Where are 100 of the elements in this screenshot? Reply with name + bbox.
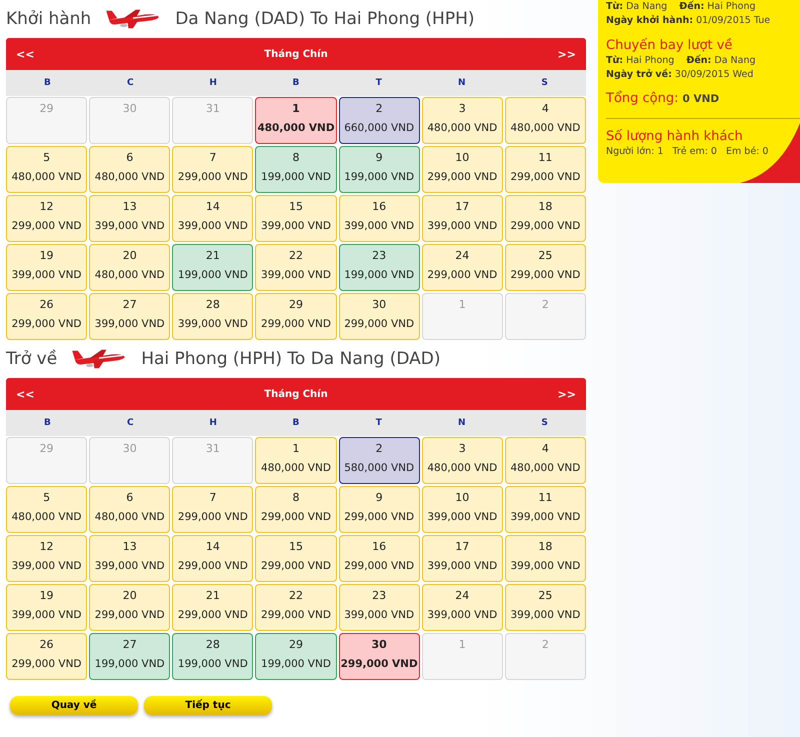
summary-line: Từ: Da Nang Đến: Hai Phong [606,0,757,14]
day-cell[interactable]: 13 399,000 VND [89,535,170,582]
airplane-icon [71,347,128,371]
day-cell[interactable]: 17 399,000 VND [422,195,503,242]
day-cell[interactable]: 26 299,000 VND [6,633,88,680]
day-number: 29 [288,298,303,311]
day-cell[interactable]: 16 299,000 VND [338,535,420,582]
day-cell[interactable]: 4 480,000 VND [504,97,586,144]
previous-month-link[interactable]: << [16,388,34,400]
day-number: 30 [371,638,387,651]
fare-price: 399,000 VND [12,560,82,572]
fare-price: 299,000 VND [344,318,414,330]
day-cell[interactable]: 15 399,000 VND [255,195,337,242]
day-number: 28 [206,298,220,311]
day-number: 10 [455,151,470,164]
day-cell[interactable]: 2 660,000 VND [338,97,420,144]
day-cell[interactable]: 25 399,000 VND [504,584,586,631]
day-cell[interactable]: 23 399,000 VND [338,584,420,631]
day-cell[interactable]: 6 480,000 VND [89,486,170,533]
day-cell[interactable]: 14 299,000 VND [172,535,254,582]
fare-price: 299,000 VND [12,318,82,330]
day-number: 13 [122,540,137,553]
day-cell[interactable]: 28 199,000 VND [172,633,254,680]
back-button[interactable]: Quay về [10,696,138,715]
passenger-counts: Người lớn: 1 Trẻ em: 0 Em bé: 0 [606,145,770,159]
day-cell[interactable]: 10 399,000 VND [422,486,503,533]
day-cell[interactable]: 18 399,000 VND [504,535,586,582]
day-cell[interactable]: 3 480,000 VND [422,437,503,484]
day-number: 10 [455,491,470,504]
day-cell[interactable]: 22 399,000 VND [255,244,337,291]
weekday-label: S [540,418,549,428]
day-cell[interactable]: 1 480,000 VND [255,97,337,144]
day-cell[interactable]: 5 480,000 VND [6,486,88,533]
day-number: 5 [43,491,50,504]
day-number: 4 [542,442,549,455]
day-cell[interactable]: 9 199,000 VND [338,146,420,193]
day-cell[interactable]: 11 299,000 VND [504,146,586,193]
day-cell[interactable]: 21 299,000 VND [172,584,254,631]
day-number: 26 [40,638,54,651]
fare-price: 399,000 VND [510,560,580,572]
day-cell[interactable]: 7 299,000 VND [172,486,254,533]
weekday-label: B [42,78,52,88]
next-month-link[interactable]: >> [558,388,576,400]
day-cell[interactable]: 30 299,000 VND [338,293,420,340]
day-number: 22 [288,589,303,602]
fare-price: 399,000 VND [178,220,248,232]
day-number: 25 [538,589,552,602]
day-cell[interactable]: 24 299,000 VND [422,244,503,291]
day-cell[interactable]: 26 299,000 VND [6,293,88,340]
day-cell[interactable]: 22 299,000 VND [255,584,337,631]
day-cell[interactable]: 28 399,000 VND [172,293,254,340]
day-cell[interactable]: 23 199,000 VND [338,244,420,291]
day-cell[interactable]: 12 299,000 VND [6,195,88,242]
day-cell[interactable]: 21 199,000 VND [172,244,254,291]
fare-price: 399,000 VND [94,318,165,330]
day-cell[interactable]: 2 580,000 VND [338,437,420,484]
day-cell[interactable]: 29 299,000 VND [255,293,337,340]
day-number: 30 [122,102,137,115]
day-cell[interactable]: 19 399,000 VND [6,584,88,631]
day-cell[interactable]: 15 299,000 VND [255,535,337,582]
day-cell[interactable]: 12 399,000 VND [6,535,88,582]
day-cell[interactable]: 6 480,000 VND [89,146,170,193]
day-cell[interactable]: 14 399,000 VND [172,195,254,242]
day-cell[interactable]: 27 399,000 VND [89,293,170,340]
day-cell[interactable]: 7 299,000 VND [172,146,254,193]
day-number: 30 [122,442,137,455]
fare-price: 199,000 VND [344,171,414,183]
day-cell[interactable]: 20 480,000 VND [89,244,170,291]
day-cell[interactable]: 3 480,000 VND [422,97,503,144]
day-cell[interactable]: 20 299,000 VND [89,584,170,631]
weekday-label: H [208,418,218,428]
day-cell[interactable]: 11 399,000 VND [504,486,586,533]
summary-heading: Số lượng hành khách [606,129,744,145]
fare-price: 299,000 VND [261,609,331,621]
day-number: 14 [206,200,220,213]
day-cell[interactable]: 1 480,000 VND [255,437,337,484]
day-number: 24 [455,589,470,602]
previous-month-link[interactable]: << [16,48,34,60]
day-cell[interactable]: 5 480,000 VND [6,146,88,193]
next-month-link[interactable]: >> [558,48,576,60]
day-cell[interactable]: 27 199,000 VND [89,633,170,680]
day-cell[interactable]: 17 399,000 VND [422,535,503,582]
day-cell[interactable]: 30 299,000 VND [338,633,420,680]
day-cell[interactable]: 8 199,000 VND [255,146,337,193]
fare-price: 299,000 VND [261,511,331,523]
day-cell[interactable]: 25 299,000 VND [504,244,586,291]
summary-line: Ngày khởi hành: 01/09/2015 Tue [606,14,772,28]
day-cell[interactable]: 13 399,000 VND [89,195,170,242]
day-cell[interactable]: 4 480,000 VND [504,437,586,484]
day-number: 3 [458,442,466,455]
day-cell[interactable]: 19 399,000 VND [6,244,88,291]
continue-button[interactable]: Tiếp tục [144,696,272,715]
day-cell[interactable]: 18 299,000 VND [504,195,586,242]
fare-price: 299,000 VND [261,318,331,330]
day-cell[interactable]: 16 399,000 VND [338,195,420,242]
day-cell[interactable]: 8 299,000 VND [255,486,337,533]
day-cell[interactable]: 9 299,000 VND [338,486,420,533]
day-cell[interactable]: 10 299,000 VND [422,146,503,193]
day-cell[interactable]: 29 199,000 VND [255,633,337,680]
day-cell[interactable]: 24 399,000 VND [422,584,503,631]
